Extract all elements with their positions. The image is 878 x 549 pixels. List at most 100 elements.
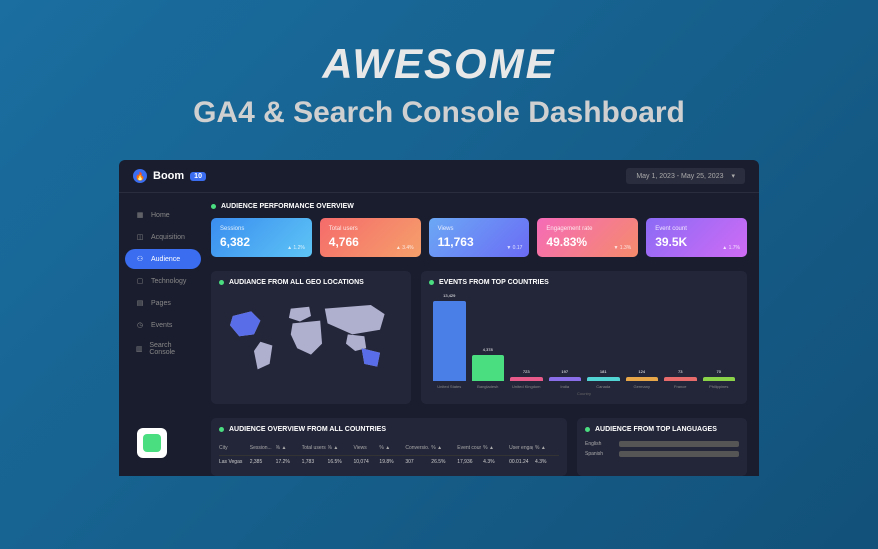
bar-value-label: 13,429 [443, 293, 455, 298]
sidebar-item-label: Events [151, 322, 172, 329]
chart-bar[interactable]: 723 [510, 377, 543, 381]
sidebar-item-label: Audience [151, 256, 180, 263]
status-dot-icon [219, 427, 224, 432]
card-delta: ▼ 0.17 [506, 245, 522, 251]
bar-value-label: 181 [600, 369, 607, 374]
dashboard: 🔥 Boom 10 May 1, 2023 - May 25, 2023 ▾ ▦… [119, 160, 759, 476]
table-cell: 00.01.24 [509, 459, 533, 465]
bar-category-label: United Kingdom [512, 384, 540, 389]
chart-xlabel: Country [429, 391, 739, 396]
card-delta: ▲ 1.2% [287, 245, 305, 251]
table-cell: 307 [405, 459, 429, 465]
languages-panel: AUDIENCE FROM TOP LANGUAGES English Spani… [577, 418, 747, 476]
date-range-label: May 1, 2023 - May 25, 2023 [636, 173, 723, 180]
language-bar: Spanish [585, 451, 739, 457]
bar-category-label: Bangladesh [477, 384, 498, 389]
chart-bar[interactable]: 13,429 [433, 301, 466, 381]
bar-category-label: India [560, 384, 569, 389]
metric-card[interactable]: Engagement rate49.83%▼ 1.3% [537, 218, 638, 257]
brand-icon: 🔥 [133, 169, 147, 183]
metric-card[interactable]: Event count39.5K▲ 1.7% [646, 218, 747, 257]
sidebar-item-audience[interactable]: ⚇ Audience [125, 249, 201, 269]
metric-card[interactable]: Total users4,766▲ 3.4% [320, 218, 421, 257]
sidebar-item-label: Technology [151, 278, 186, 285]
overview-title: AUDIENCE PERFORMANCE OVERVIEW [211, 203, 747, 210]
metric-card[interactable]: Sessions6,382▲ 1.2% [211, 218, 312, 257]
file-icon: ▤ [135, 298, 145, 308]
table-column-header[interactable]: % ▲ [276, 445, 300, 451]
sidebar-item-search-console[interactable]: ▥Search Console [125, 337, 201, 361]
chart-bar[interactable]: 124 [626, 377, 659, 381]
sidebar-item-events[interactable]: ◷Events [125, 315, 201, 335]
countries-bar-chart[interactable]: 13,429United States4,378Bangladesh723Uni… [429, 294, 739, 389]
table-cell: 16.5% [328, 459, 352, 465]
app-badge[interactable] [137, 428, 167, 458]
table-column-header[interactable]: City [219, 445, 248, 451]
table-cell: 4.3% [483, 459, 507, 465]
card-delta: ▼ 1.3% [613, 245, 631, 251]
brand-name: Boom [153, 170, 184, 182]
status-dot-icon [211, 204, 216, 209]
date-range-picker[interactable]: May 1, 2023 - May 25, 2023 ▾ [626, 168, 745, 184]
sidebar-item-home[interactable]: ▦Home [125, 205, 201, 225]
language-value-bar [619, 441, 739, 447]
chart-bar[interactable]: 181 [587, 377, 620, 381]
sidebar-item-label: Home [151, 212, 170, 219]
table-column-header[interactable]: User engage... [509, 445, 533, 451]
bar-wrap: 723 United Kingdom [510, 377, 543, 389]
brand[interactable]: 🔥 Boom 10 [133, 169, 206, 183]
hero-title: AWESOME [0, 40, 878, 88]
table-row[interactable]: Las Vegas2,38517.2%1,78316.5%10,07419.8%… [219, 456, 559, 468]
bar-wrap: 124 Germany [626, 377, 659, 389]
sidebar-item-label: Search Console [149, 342, 191, 356]
chart-bar[interactable]: 73 [664, 377, 697, 381]
chart-bar[interactable]: 4,378 [472, 355, 505, 381]
table-column-header[interactable]: Total users [302, 445, 326, 451]
section-title-text: EVENTS FROM TOP COUNTRIES [439, 279, 549, 286]
sidebar-item-technology[interactable]: ▢ Technology [125, 271, 201, 291]
sidebar-item-acquisition[interactable]: ◫Acquisition [125, 227, 201, 247]
chart-bar[interactable]: 70 [703, 377, 736, 381]
sidebar-item-pages[interactable]: ▤Pages [125, 293, 201, 313]
card-label: Total users [329, 226, 412, 232]
bar-category-label: Philippines [709, 384, 728, 389]
world-map[interactable] [219, 294, 403, 384]
bar-value-label: 197 [561, 369, 568, 374]
bar-category-label: France [674, 384, 686, 389]
status-dot-icon [219, 280, 224, 285]
monitor-icon: ▢ [135, 276, 145, 286]
table-column-header[interactable]: % ▲ [535, 445, 559, 451]
table-body: Las Vegas2,38517.2%1,78316.5%10,07419.8%… [219, 456, 559, 468]
table-column-header[interactable]: % ▲ [328, 445, 352, 451]
sidebar-item-label: Acquisition [151, 234, 185, 241]
table-column-header[interactable]: Views [353, 445, 377, 451]
table-column-header[interactable]: % ▲ [483, 445, 507, 451]
card-label: Sessions [220, 226, 303, 232]
card-label: Event count [655, 226, 738, 232]
table-column-header[interactable]: Conversio... [405, 445, 429, 451]
table-column-header[interactable]: % ▲ [379, 445, 403, 451]
table-cell: 4.3% [535, 459, 559, 465]
bar-wrap: 70 Philippines [703, 377, 736, 389]
section-title-text: AUDIANCE FROM ALL GEO LOCATIONS [229, 279, 364, 286]
table-column-header[interactable]: Event count [457, 445, 481, 451]
bar-value-label: 4,378 [483, 347, 493, 352]
card-delta: ▲ 3.4% [396, 245, 414, 251]
table-column-header[interactable]: Session... [250, 445, 274, 451]
bar-wrap: 13,429United States [433, 301, 466, 389]
chart-bar[interactable]: 197 [549, 377, 582, 381]
language-name: English [585, 441, 615, 447]
section-title-text: AUDIENCE FROM TOP LANGUAGES [595, 426, 717, 433]
language-bar: English [585, 441, 739, 447]
bar-value-label: 73 [678, 369, 682, 374]
countries-table-panel: AUDIENCE OVERVIEW FROM ALL COUNTRIES Cit… [211, 418, 567, 476]
users-icon: ⚇ [135, 254, 145, 264]
bar-wrap: 4,378 Bangladesh [472, 355, 505, 389]
bar-category-label: Germany [634, 384, 650, 389]
section-title-text: AUDIENCE OVERVIEW FROM ALL COUNTRIES [229, 426, 386, 433]
bar-category-label: Canada [596, 384, 610, 389]
metric-card[interactable]: Views11,763▼ 0.17 [429, 218, 530, 257]
bar-wrap: 181 Canada [587, 377, 620, 389]
main-content: AUDIENCE PERFORMANCE OVERVIEW Sessions6,… [207, 193, 759, 476]
table-column-header[interactable]: % ▲ [431, 445, 455, 451]
